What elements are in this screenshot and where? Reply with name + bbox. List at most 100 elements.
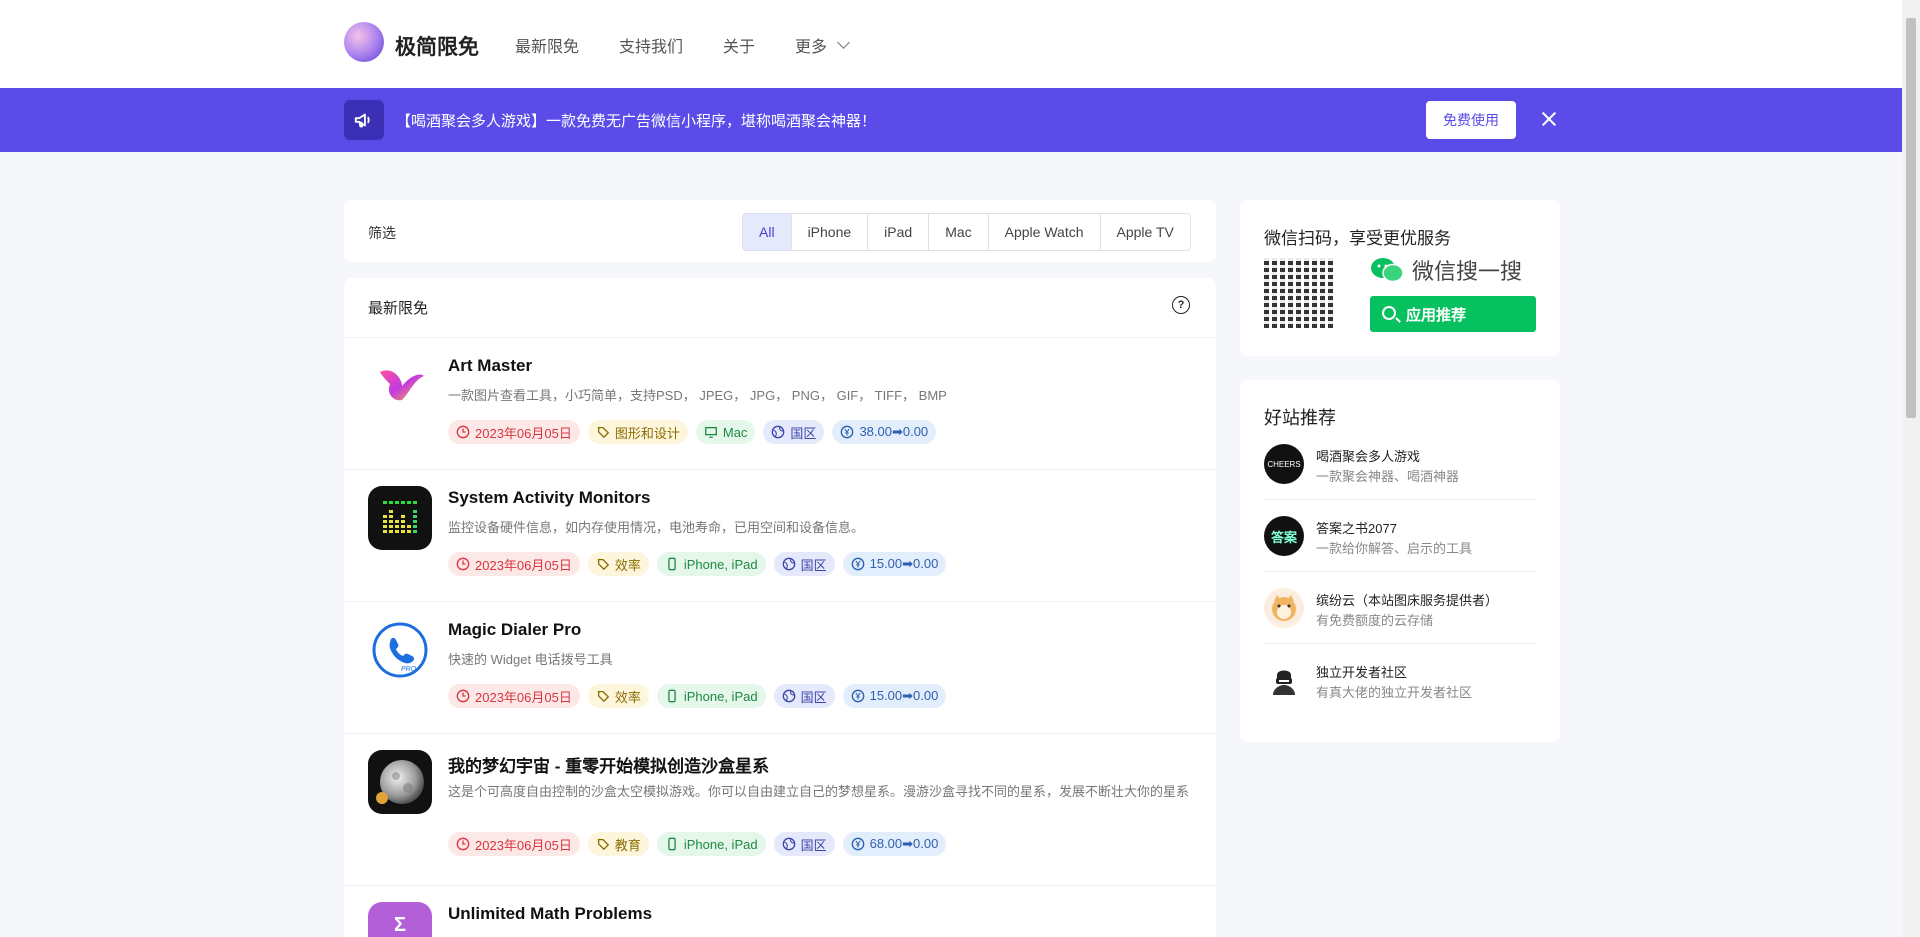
globe-icon — [782, 557, 795, 571]
app-name[interactable]: System Activity Monitors — [448, 488, 650, 508]
app-desc: 监控设备硬件信息，如内存使用情况，电池寿命，已用空间和设备信息。 — [448, 520, 865, 535]
filter-all[interactable]: All — [743, 214, 792, 250]
help-icon[interactable]: ? — [1172, 296, 1190, 314]
top-header: 极简限免 最新限免 支持我们 关于 更多 — [0, 0, 1902, 88]
banner-text[interactable]: 【喝酒聚会多人游戏】一款免费无广告微信小程序，堪称喝酒聚会神器！ — [396, 110, 876, 131]
search-icon — [1382, 306, 1396, 320]
app-name[interactable]: Magic Dialer Pro — [448, 620, 581, 640]
app-item[interactable]: 我的梦幻宇宙 - 重零开始模拟创造沙盒星系 这是个可高度自由控制的沙盒太空模拟游… — [344, 734, 1216, 886]
close-icon[interactable] — [1538, 108, 1560, 130]
app-icon-magic-dialer-pro: PRO — [368, 618, 432, 682]
app-icon-art-master — [368, 354, 432, 418]
site-item[interactable]: CHEERS 喝酒聚会多人游戏 一款聚会神器、喝酒神器 — [1264, 428, 1536, 500]
date-tag: 2023年06月05日 — [448, 552, 580, 576]
wechat-title: 微信扫码，享受更优服务 — [1264, 229, 1451, 248]
site-avatar: 答案 — [1264, 516, 1304, 556]
category-tag[interactable]: 效率 — [587, 552, 649, 576]
app-recommend-label: 应用推荐 — [1406, 306, 1467, 324]
price-tag: 15.00➡0.00 — [842, 552, 947, 576]
app-item[interactable]: Σ Unlimited Math Problems — [344, 886, 1216, 937]
svg-text:PRO: PRO — [401, 666, 417, 673]
app-desc: 这是个可高度自由控制的沙盒太空模拟游戏。你可以自由建立自己的梦想星系。漫游沙盒寻… — [448, 784, 1190, 799]
filter-mac[interactable]: Mac — [929, 214, 989, 250]
list-header: 最新限免 ? — [344, 278, 1216, 338]
app-list-card: 最新限免 ? Art Master 一款图片查看工具，小巧简单，支持PSD， J… — [344, 278, 1216, 937]
app-tags: 2023年06月05日 图形和设计 Mac 国区 38.00➡0.00 — [448, 420, 937, 444]
tag-icon — [597, 838, 610, 851]
price-tag: 15.00➡0.00 — [842, 684, 947, 708]
device-tag: Mac — [695, 420, 756, 444]
site-name[interactable]: 缤纷云（本站图床服务提供者） — [1316, 590, 1498, 609]
app-item[interactable]: System Activity Monitors 监控设备硬件信息，如内存使用情… — [344, 470, 1216, 602]
filter-apple-tv[interactable]: Apple TV — [1100, 214, 1190, 250]
date-tag: 2023年06月05日 — [448, 684, 580, 708]
site-item[interactable]: 独立开发者社区 有真大佬的独立开发者社区 — [1264, 644, 1536, 716]
scrollbar-thumb[interactable] — [1906, 18, 1916, 418]
site-desc: 有真大佬的独立开发者社区 — [1316, 685, 1473, 700]
page-scrollbar[interactable] — [1902, 0, 1920, 937]
site-name[interactable]: 独立开发者社区 — [1316, 662, 1407, 681]
site-desc: 有免费额度的云存储 — [1316, 613, 1434, 628]
region-tag: 国区 — [773, 552, 835, 576]
list-title: 最新限免 — [368, 300, 429, 317]
qr-code-pattern — [1264, 258, 1334, 328]
site-avatar — [1264, 660, 1304, 700]
app-desc: 快速的 Widget 电话拨号工具 — [448, 652, 613, 667]
recommended-sites-card: 好站推荐 CHEERS 喝酒聚会多人游戏 一款聚会神器、喝酒神器 答案 答案之书… — [1240, 380, 1560, 742]
wechat-search-label: 微信搜一搜 — [1370, 254, 1522, 286]
region-tag: 国区 — [773, 832, 835, 856]
tag-icon — [597, 426, 610, 439]
category-tag[interactable]: 效率 — [587, 684, 649, 708]
app-name[interactable]: Art Master — [448, 356, 532, 376]
app-name[interactable]: Unlimited Math Problems — [448, 904, 652, 924]
category-tag[interactable]: 图形和设计 — [587, 420, 688, 444]
nav-more[interactable]: 更多 — [795, 33, 850, 57]
app-icon-unlimited-math: Σ — [368, 902, 432, 937]
filter-card: 筛选 All iPhone iPad Mac Apple Watch Apple… — [344, 200, 1216, 262]
device-tag: iPhone, iPad — [656, 552, 766, 576]
globe-icon — [782, 689, 795, 703]
site-logo[interactable] — [344, 22, 384, 62]
globe-icon — [782, 837, 795, 851]
app-item[interactable]: PRO Magic Dialer Pro 快速的 Widget 电话拨号工具 2… — [344, 602, 1216, 734]
site-item[interactable]: 缤纷云（本站图床服务提供者） 有免费额度的云存储 — [1264, 572, 1536, 644]
banner-free-use-button[interactable]: 免费使用 — [1426, 101, 1516, 139]
device-tag: iPhone, iPad — [656, 684, 766, 708]
filter-iphone[interactable]: iPhone — [791, 214, 869, 250]
globe-icon — [772, 425, 785, 439]
nav-about[interactable]: 关于 — [723, 33, 755, 57]
site-name[interactable]: 答案之书2077 — [1316, 518, 1397, 537]
phone-icon — [668, 557, 676, 571]
app-tags: 2023年06月05日 效率 iPhone, iPad 国区 15.00➡0.0… — [448, 552, 947, 576]
app-recommend-button[interactable]: 应用推荐 — [1370, 296, 1536, 332]
app-icon-dream-universe — [368, 750, 432, 814]
app-name[interactable]: 我的梦幻宇宙 - 重零开始模拟创造沙盒星系 — [448, 752, 769, 777]
category-tag[interactable]: 教育 — [587, 832, 649, 856]
nav-support[interactable]: 支持我们 — [619, 33, 683, 57]
yen-icon — [841, 425, 854, 439]
site-brand[interactable]: 极简限免 — [395, 31, 479, 61]
sites-title: 好站推荐 — [1264, 408, 1336, 428]
site-name[interactable]: 喝酒聚会多人游戏 — [1316, 446, 1420, 465]
site-avatar — [1264, 588, 1304, 628]
app-desc: 一款图片查看工具，小巧简单，支持PSD， JPEG， JPG， PNG， GIF… — [448, 388, 947, 403]
monitor-icon — [704, 426, 717, 438]
chevron-down-icon — [837, 36, 850, 49]
wechat-search-text: 微信搜一搜 — [1412, 259, 1523, 284]
nav-latest[interactable]: 最新限免 — [515, 33, 579, 57]
filter-ipad[interactable]: iPad — [868, 214, 930, 250]
yen-icon — [851, 557, 864, 571]
app-icon-system-activity-monitors — [368, 486, 432, 550]
site-avatar: CHEERS — [1264, 444, 1304, 484]
app-item[interactable]: Art Master 一款图片查看工具，小巧简单，支持PSD， JPEG， JP… — [344, 338, 1216, 470]
device-tag: iPhone, iPad — [656, 832, 766, 856]
nav-more-label: 更多 — [795, 39, 828, 56]
site-item[interactable]: 答案 答案之书2077 一款给你解答、启示的工具 — [1264, 500, 1536, 572]
megaphone-icon — [344, 100, 384, 140]
clock-icon — [456, 689, 470, 703]
clock-icon — [456, 837, 470, 851]
phone-icon — [668, 689, 676, 703]
date-tag: 2023年06月05日 — [448, 832, 580, 856]
price-tag: 68.00➡0.00 — [842, 832, 947, 856]
filter-apple-watch[interactable]: Apple Watch — [988, 214, 1101, 250]
